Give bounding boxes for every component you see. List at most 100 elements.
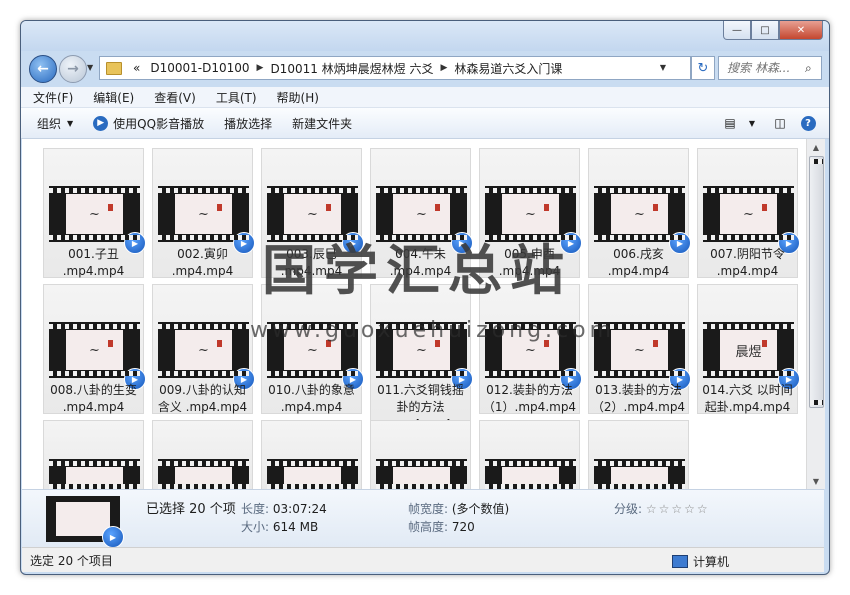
file-tile[interactable]: ~ ▶ 012.装卦的方法 （1）.mp4.mp4 [479,284,582,414]
command-bar: 组织 ▼ ▶ 使用QQ影音播放 播放选择 新建文件夹 ▤ ▼ ◫ ? [21,108,829,139]
file-tile[interactable]: ~ ▶ 008.八卦的生变 .mp4.mp4 [43,284,146,414]
breadcrumb-separator-icon[interactable]: ▶ [255,63,266,73]
breadcrumb-separator-icon[interactable]: ▶ [438,63,449,73]
menu-bar: 文件(F) 编辑(E) 查看(V) 工具(T) 帮助(H) [21,87,829,108]
file-tile[interactable]: ~ ▶ 009.八卦的认知 含义 .mp4.mp4 [152,284,255,414]
video-thumbnail: ~ ▶ [703,186,800,254]
close-button[interactable]: ✕ [779,21,823,40]
change-view-icon[interactable]: ▤ [719,112,741,134]
forward-arrow-icon: → [67,61,79,77]
video-thumbnail: ~ ▶ [158,322,255,390]
play-with-qq-button[interactable]: ▶ 使用QQ影音播放 [83,115,214,132]
search-input[interactable] [725,60,805,76]
file-tile[interactable] [370,420,471,489]
menu-file[interactable]: 文件(F) [25,89,81,106]
menu-view[interactable]: 查看(V) [146,89,204,106]
computer-icon [672,555,688,568]
size-key: 大小: [241,520,270,534]
maximize-button[interactable]: □ [751,21,779,40]
back-button[interactable]: ← [29,55,57,83]
file-name: 003.辰巳 .mp4.mp4 [280,247,343,278]
file-tile[interactable]: ~ ▶ 005.申酉 .mp4.mp4 [479,148,582,278]
file-tile[interactable]: ~ ▶ 010.八卦的象意 .mp4.mp4 [261,284,364,414]
video-frame [502,467,559,489]
new-folder-button[interactable]: 新建文件夹 [282,115,362,132]
menu-tools[interactable]: 工具(T) [208,89,265,106]
selection-count: 已选择 20 个项 [146,502,236,517]
file-tile[interactable] [261,420,362,489]
title-bar[interactable]: — □ ✕ [21,21,829,51]
file-tile[interactable] [588,420,689,489]
new-folder-label: 新建文件夹 [292,116,353,131]
scroll-down-icon[interactable]: ▼ [807,473,825,489]
breadcrumb-item[interactable]: 林森易道六爻入门课 [449,60,567,77]
status-location-text: 计算机 [693,555,730,569]
menu-help[interactable]: 帮助(H) [269,89,327,106]
length-row: 长度: 03:07:24 [241,500,327,517]
rating-key: 分级: [614,502,643,516]
search-icon[interactable]: ⌕ [805,61,812,76]
details-pane: ▶ 已选择 20 个项 长度: 03:07:24 大小: 614 MB 帧宽度:… [22,489,824,548]
file-tile[interactable]: ~ ▶ 006.戌亥 .mp4.mp4 [588,148,691,278]
scroll-up-icon[interactable]: ▲ [807,139,825,155]
file-name: 006.戌亥 .mp4.mp4 [607,247,670,278]
chevron-down-icon: ▼ [67,118,74,128]
file-tile[interactable]: ~ ▶ 001.子丑 .mp4.mp4 [43,148,146,278]
help-button[interactable]: ? [797,112,819,134]
file-name: 004.午未 .mp4.mp4 [389,247,452,278]
frame-width-value: (多个数值) [451,502,510,516]
video-frame: ~ [66,330,123,370]
file-name: 010.八卦的象意 .mp4.mp4 [268,383,355,414]
file-tile[interactable]: 晨煜 ▶ 014.六爻 以时间 起卦.mp4.mp4 [697,284,800,414]
video-thumbnail [485,459,576,489]
file-tile[interactable] [43,420,144,489]
video-thumbnail: ~ ▶ [376,186,473,254]
file-name: 005.申酉 .mp4.mp4 [498,247,561,278]
file-tile[interactable] [152,420,253,489]
video-frame: 晨煜 [720,330,777,370]
address-dropdown-icon[interactable]: ▼ [660,63,666,72]
minimize-button[interactable]: — [723,21,751,40]
size-value: 614 MB [272,520,319,534]
play-selection-button[interactable]: 播放选择 [214,115,282,132]
scroll-thumb[interactable] [809,156,824,408]
video-thumbnail: ~ ▶ [49,186,146,254]
watermark-url: www.guoxuehuizong.com [250,318,616,343]
help-icon: ? [800,115,816,131]
organize-button[interactable]: 组织 ▼ [27,115,83,132]
frame-width-row: 帧宽度: (多个数值) [408,500,509,517]
refresh-button[interactable]: ↻ [691,56,715,80]
file-tile[interactable]: ~ ▶ 007.阴阳节令 .mp4.mp4 [697,148,800,278]
breadcrumb-overflow[interactable]: « [128,61,145,75]
video-frame [175,467,232,489]
organize-label: 组织 [37,116,62,131]
video-thumbnail [267,459,358,489]
file-view[interactable]: ~ ▶ 001.子丑 .mp4.mp4 ~ ▶ 002.寅卯 .mp4.mp4 ~ ▶ 0… [22,139,806,489]
frame-height-key: 帧高度: [408,520,449,534]
recent-pages-dropdown-icon[interactable]: ▼ [87,63,93,72]
breadcrumb-item[interactable]: D10001-D10100 [145,61,254,75]
video-frame: ~ [175,194,232,234]
rating-stars-icon[interactable]: ☆☆☆☆☆ [646,502,710,516]
address-bar[interactable]: « D10001-D10100 ▶ D10011 林炳坤晨煜林煜 六爻 ▶ 林森… [99,56,691,80]
file-tile[interactable]: ~ ▶ 003.辰巳 .mp4.mp4 [261,148,364,278]
file-name: 008.八卦的生变 .mp4.mp4 [50,383,137,414]
file-tile[interactable]: ~ ▶ 013.装卦的方法 （2）.mp4.mp4 [588,284,691,414]
vertical-scrollbar[interactable]: ▲ ▼ [806,139,825,489]
size-row: 大小: 614 MB [241,518,318,535]
file-tile[interactable]: ~ ▶ 002.寅卯 .mp4.mp4 [152,148,255,278]
forward-button[interactable]: → [59,55,87,83]
menu-edit[interactable]: 编辑(E) [85,89,142,106]
file-tile[interactable] [479,420,580,489]
search-box[interactable]: ⌕ [718,56,822,80]
video-frame [393,467,450,489]
breadcrumb-item[interactable]: D10011 林炳坤晨煜林煜 六爻 [265,60,438,77]
back-arrow-icon: ← [37,61,49,77]
video-thumbnail [158,459,249,489]
file-tile[interactable]: ~▶ 011.六爻铜钱摇卦的方法.mp4.mp4 [370,284,473,432]
file-name: 014.六爻 以时间 起卦.mp4.mp4 [702,383,793,414]
view-dropdown-icon[interactable]: ▼ [741,112,763,134]
window-controls: — □ ✕ [723,21,823,40]
file-tile[interactable]: ~ ▶ 004.午未 .mp4.mp4 [370,148,473,278]
preview-pane-icon[interactable]: ◫ [769,112,791,134]
